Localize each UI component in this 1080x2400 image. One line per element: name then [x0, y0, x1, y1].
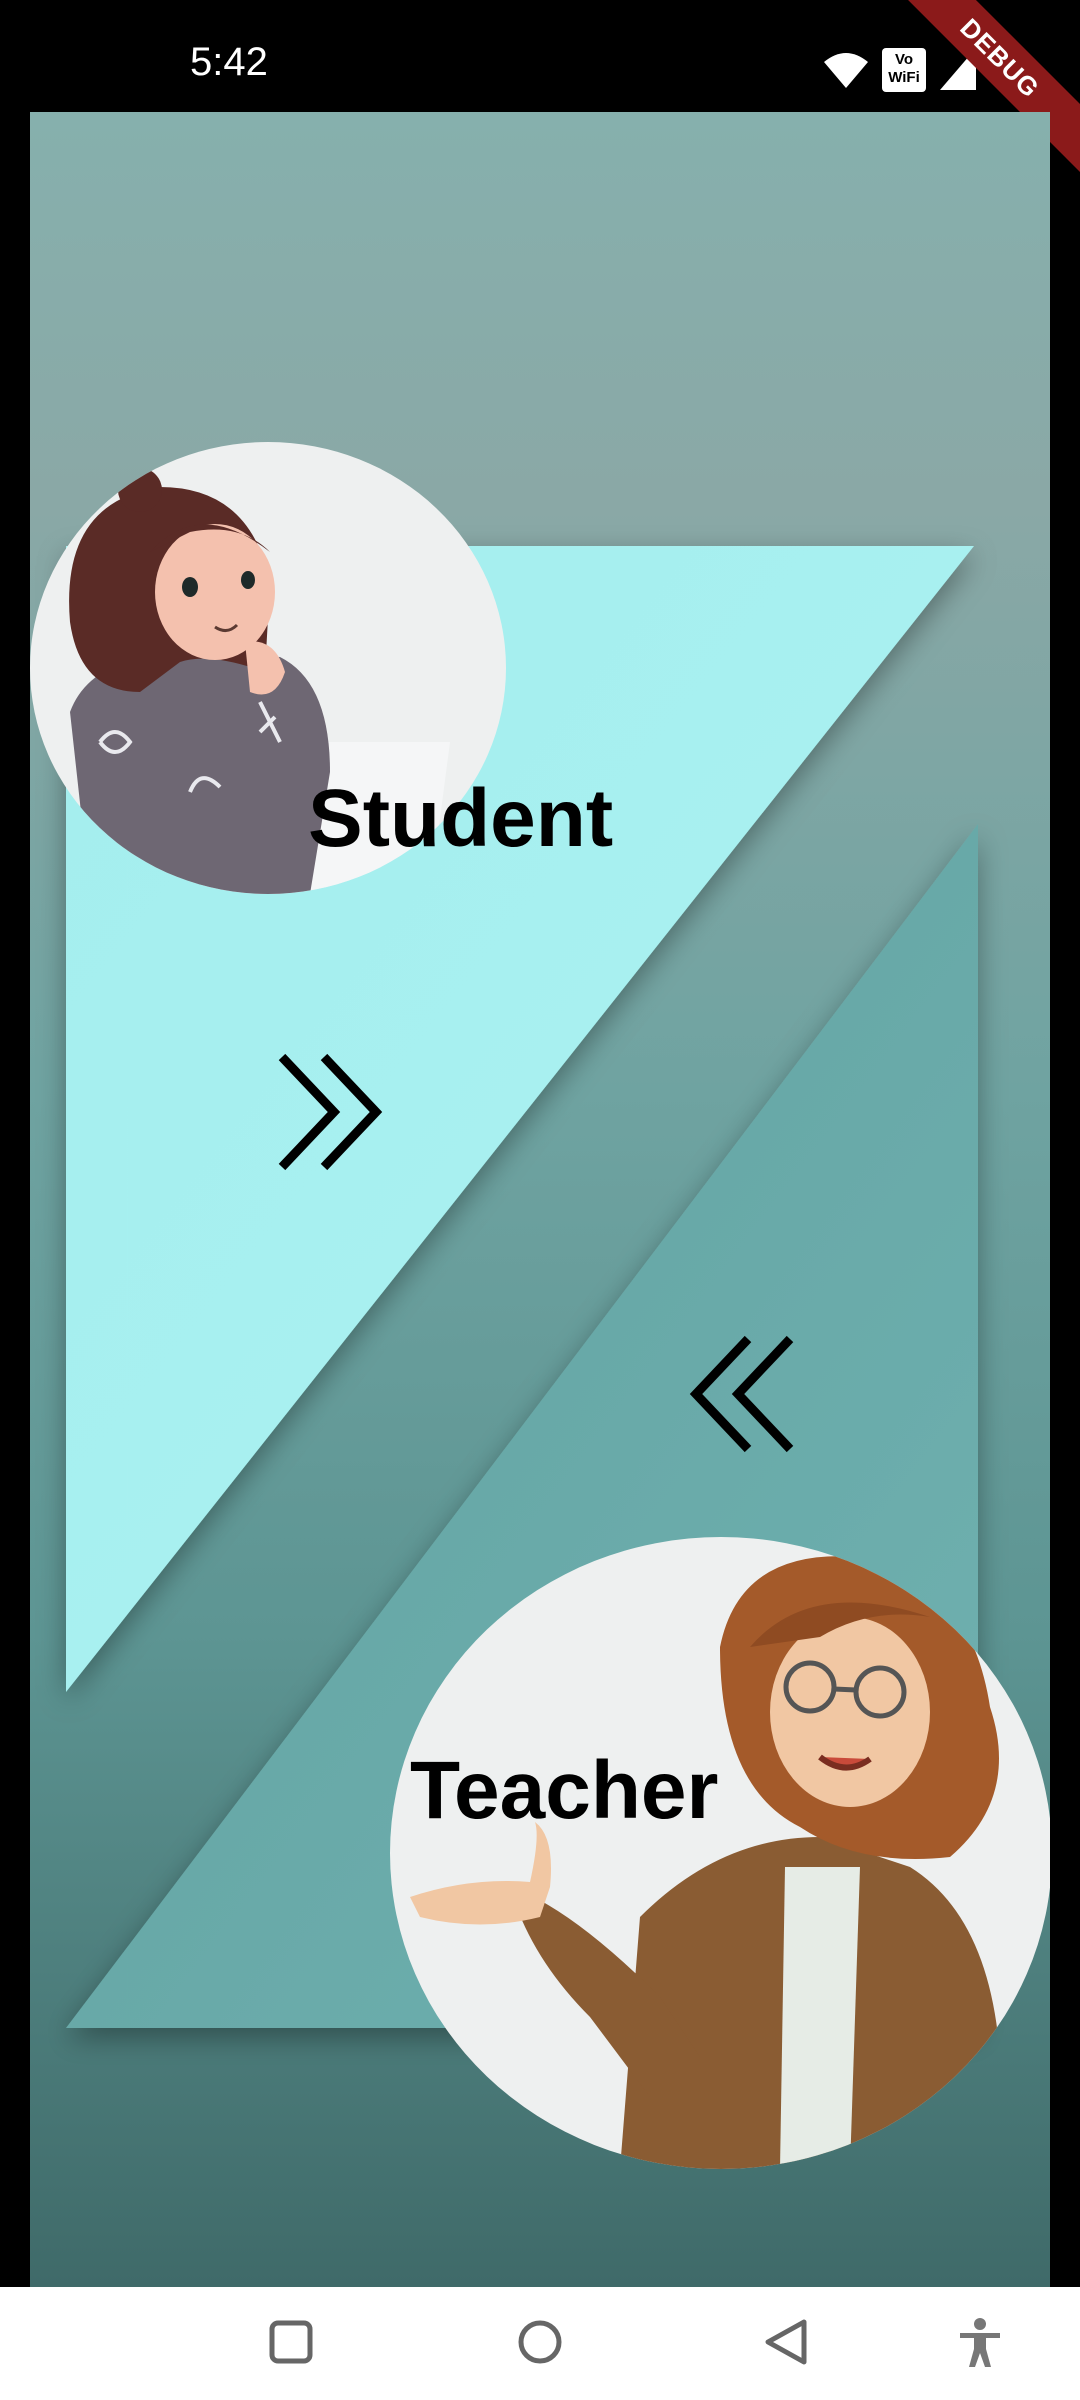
phone-screen: 5:42 Vo WiFi DEBUG Student Teacher: [0, 0, 1080, 2400]
teacher-illustration: [410, 1556, 1010, 2169]
recents-square-icon[interactable]: [268, 2319, 314, 2365]
role-selection-area: Student Teacher: [30, 112, 1050, 2287]
status-bar: 5:42 Vo WiFi DEBUG: [0, 0, 1080, 182]
status-time: 5:42: [190, 40, 268, 84]
double-chevron-right-icon[interactable]: [252, 1042, 392, 1182]
double-chevron-left-icon[interactable]: [680, 1324, 820, 1464]
wifi-icon: [824, 53, 868, 88]
system-navigation-bar: [0, 2287, 1080, 2400]
back-triangle-icon[interactable]: [762, 2317, 810, 2367]
vowifi-icon: Vo WiFi: [882, 48, 926, 92]
teacher-label[interactable]: Teacher: [410, 1744, 718, 1838]
accessibility-icon[interactable]: [958, 2317, 1002, 2369]
teacher-avatar[interactable]: [390, 1537, 1050, 2169]
student-label[interactable]: Student: [308, 772, 613, 866]
vowifi-text-top: Vo: [894, 51, 914, 68]
vowifi-text-bottom: WiFi: [888, 69, 920, 86]
home-circle-icon[interactable]: [515, 2317, 565, 2367]
